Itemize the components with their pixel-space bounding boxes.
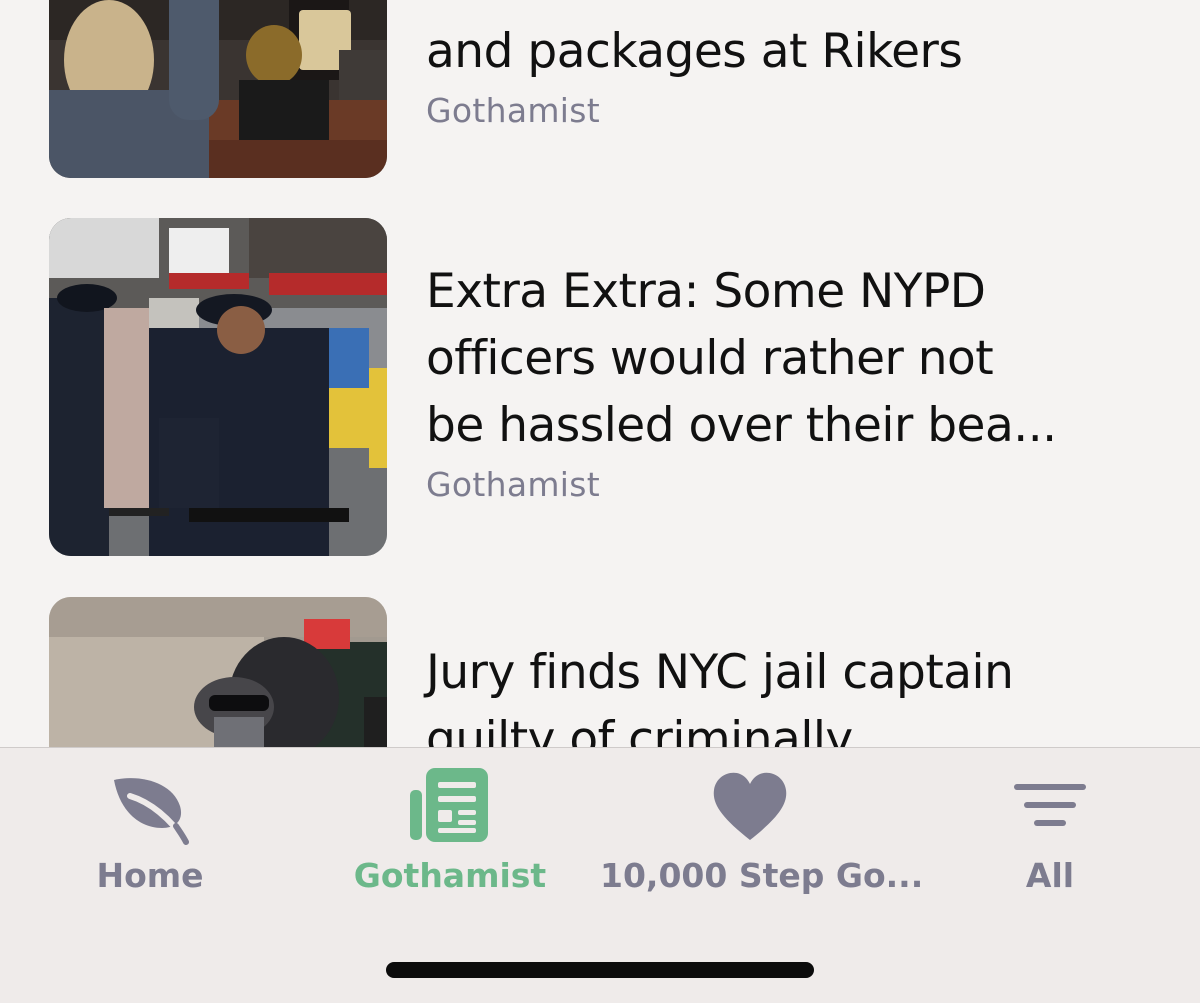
article-feed[interactable]: and packages at Rikers Gothamist Extra E… — [0, 0, 1200, 747]
article-thumbnail — [49, 0, 387, 178]
masked-person-photo — [49, 597, 387, 747]
tab-label: Gothamist — [353, 856, 547, 895]
home-indicator[interactable] — [386, 962, 814, 978]
theater-audience-photo — [49, 0, 387, 178]
tab-label: All — [1025, 856, 1075, 895]
article-title[interactable]: Extra Extra: Some NYPD officers would ra… — [426, 258, 1126, 459]
article-thumbnail — [49, 218, 387, 556]
tab-all[interactable]: All — [900, 748, 1200, 918]
app-screen: and packages at Rikers Gothamist Extra E… — [0, 0, 1200, 1003]
article-source: Gothamist — [426, 465, 600, 504]
newspaper-icon — [410, 768, 488, 842]
nypd-officers-rally-photo — [49, 218, 387, 556]
article-thumbnail — [49, 597, 387, 747]
tab-label: Home — [96, 856, 204, 895]
article-title[interactable]: and packages at Rikers — [426, 18, 1126, 85]
leaf-icon — [114, 778, 189, 845]
tab-label: 10,000 Step Go... — [600, 856, 924, 895]
tab-10000-step-goal[interactable]: 10,000 Step Go... — [600, 748, 924, 918]
tab-gothamist[interactable]: Gothamist — [300, 748, 600, 918]
tab-home[interactable]: Home — [0, 748, 300, 918]
heart-icon — [713, 772, 787, 840]
article-title[interactable]: Jury finds NYC jail captain guilty of cr… — [426, 639, 1126, 747]
menu-lines-icon — [1014, 784, 1086, 826]
article-source: Gothamist — [426, 91, 600, 130]
